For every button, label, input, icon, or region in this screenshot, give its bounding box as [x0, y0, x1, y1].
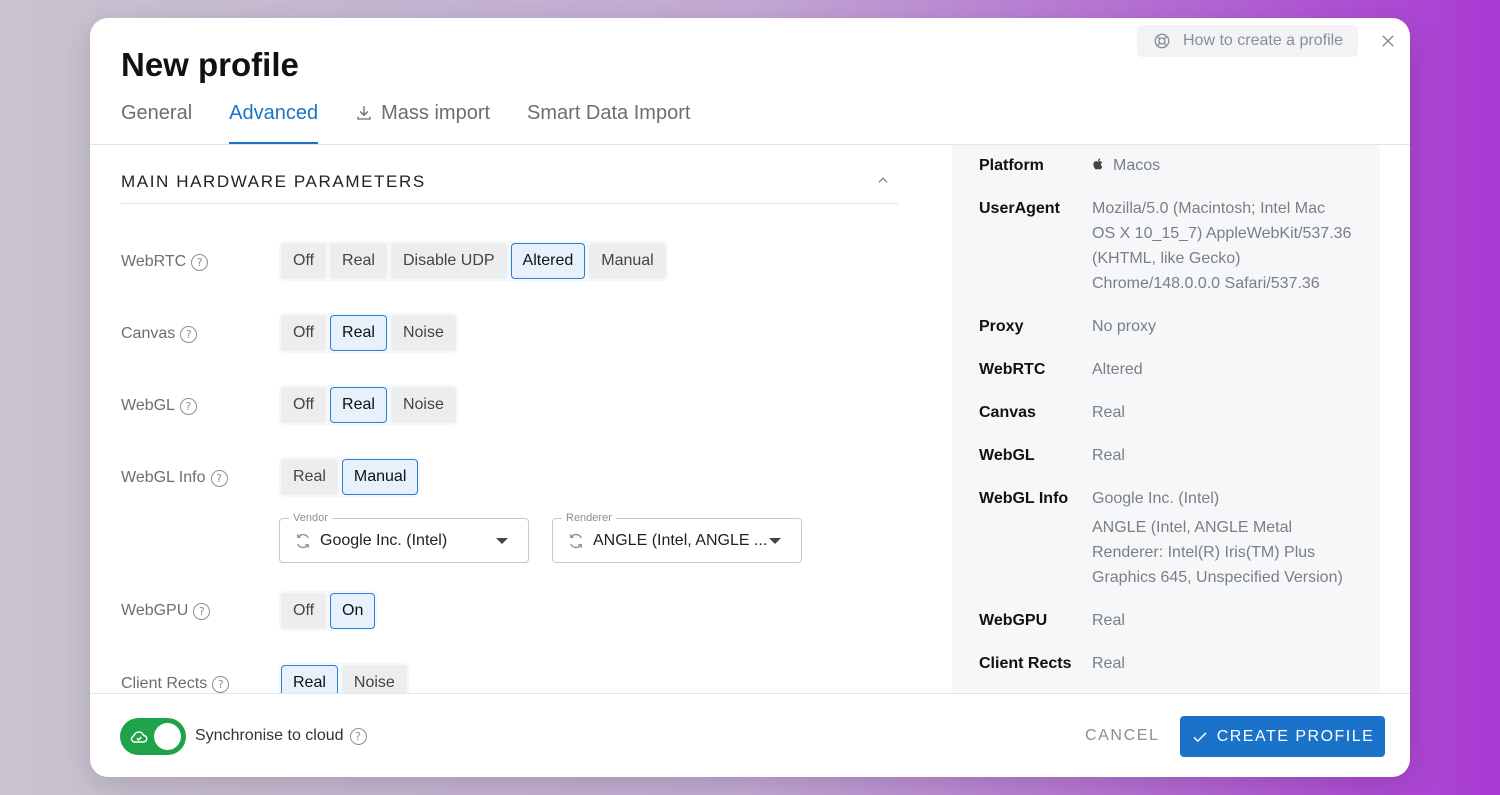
refresh-icon[interactable] [567, 532, 585, 550]
tab-bar: General Advanced Mass import Smart Data … [121, 102, 727, 144]
new-profile-modal: New profile How to create a profile Gene… [90, 18, 1410, 777]
client-rects-option-real[interactable]: Real [281, 665, 338, 693]
help-icon[interactable]: ? [210, 469, 228, 487]
canvas-option-off[interactable]: Off [281, 315, 327, 351]
footer-divider [90, 693, 1410, 694]
client-rects-segmented-control: Real Noise [279, 663, 409, 693]
summary-webgl: WebGL Real [979, 447, 1125, 464]
caret-down-icon [769, 538, 781, 544]
webgl-segmented-control: Off Real Noise [279, 385, 458, 425]
canvas-segmented-control: Off Real Noise [279, 313, 458, 353]
webgpu-option-on[interactable]: On [330, 593, 376, 629]
toggle-knob [154, 723, 181, 750]
vendor-value: Google Inc. (Intel) [320, 531, 448, 549]
summary-proxy: Proxy No proxy [979, 318, 1157, 335]
summary-useragent: UserAgent Mozilla/5.0 (Macintosh; Intel … [979, 200, 1352, 292]
tab-general[interactable]: General [121, 102, 192, 144]
webgl-option-off[interactable]: Off [281, 387, 327, 423]
summary-platform: Platform Macos [979, 157, 1161, 174]
renderer-value: ANGLE (Intel, ANGLE ... [593, 531, 768, 549]
webgl-option-real[interactable]: Real [330, 387, 387, 423]
how-to-create-profile-button[interactable]: How to create a profile [1137, 25, 1358, 57]
webgl-info-label: WebGL Info? [121, 469, 228, 487]
renderer-select[interactable]: Renderer ANGLE (Intel, ANGLE ... [552, 512, 802, 563]
check-icon [1193, 731, 1207, 742]
webgpu-segmented-control: Off On [279, 591, 378, 631]
section-divider [121, 203, 898, 204]
lifebuoy-icon [1154, 33, 1170, 49]
webgpu-option-off[interactable]: Off [281, 593, 327, 629]
canvas-option-real[interactable]: Real [330, 315, 387, 351]
canvas-label: Canvas? [121, 325, 198, 343]
help-button-label: How to create a profile [1183, 32, 1344, 49]
webgl-info-option-real[interactable]: Real [281, 459, 338, 495]
canvas-option-noise[interactable]: Noise [390, 315, 456, 351]
webrtc-option-disable-udp[interactable]: Disable UDP [390, 243, 507, 279]
section-title: MAIN HARDWARE PARAMETERS [121, 172, 426, 191]
help-icon[interactable]: ? [193, 602, 211, 620]
apple-icon [1093, 158, 1103, 170]
summary-webrtc: WebRTC Altered [979, 361, 1143, 378]
client-rects-option-noise[interactable]: Noise [341, 665, 407, 693]
cancel-button[interactable]: CANCEL [1085, 727, 1160, 745]
download-icon [357, 106, 371, 120]
profile-summary-panel[interactable]: Platform Macos UserAgent Mozilla/5.0 (Ma… [952, 145, 1380, 693]
renderer-floating-label: Renderer [562, 512, 616, 524]
webgpu-label: WebGPU? [121, 602, 211, 620]
help-icon[interactable]: ? [180, 325, 198, 343]
summary-webgpu: WebGPU Real [979, 612, 1125, 629]
summary-webgl-vendor: Google Inc. (Intel) [1092, 490, 1220, 507]
close-icon[interactable] [1379, 32, 1397, 50]
caret-down-icon [496, 538, 508, 544]
sync-label: Synchronise to cloud? [195, 727, 367, 745]
tab-smart-data-import[interactable]: Smart Data Import [527, 102, 690, 144]
sync-cloud-toggle[interactable] [120, 718, 186, 755]
webgl-info-segmented-control: Real Manual [279, 457, 421, 497]
vendor-floating-label: Vendor [289, 512, 332, 524]
summary-webgl-info: WebGL Info Google Inc. (Intel) ANGLE (In… [979, 486, 1352, 590]
help-icon[interactable]: ? [179, 397, 197, 415]
refresh-icon[interactable] [294, 532, 312, 550]
summary-webgl-renderer: ANGLE (Intel, ANGLE Metal Renderer: Inte… [1092, 519, 1343, 586]
webgl-option-noise[interactable]: Noise [390, 387, 456, 423]
help-icon[interactable]: ? [212, 675, 230, 693]
help-icon[interactable]: ? [349, 727, 367, 745]
cloud-check-icon [130, 731, 148, 743]
tab-mass-import[interactable]: Mass import [355, 102, 490, 144]
create-profile-button[interactable]: CREATE PROFILE [1180, 716, 1385, 757]
summary-canvas: Canvas Real [979, 404, 1125, 421]
webgl-label: WebGL? [121, 397, 197, 415]
chevron-up-icon[interactable] [876, 173, 890, 187]
tab-advanced[interactable]: Advanced [229, 102, 318, 144]
webrtc-option-off[interactable]: Off [281, 243, 327, 279]
webgl-info-option-manual[interactable]: Manual [341, 459, 419, 495]
webrtc-segmented-control: Off Real Disable UDP Altered Manual [279, 241, 668, 281]
settings-panel[interactable]: MAIN HARDWARE PARAMETERS WebRTC? Off Rea… [90, 145, 952, 693]
summary-client-rects: Client Rects Real [979, 655, 1125, 672]
vendor-select[interactable]: Vendor Google Inc. (Intel) [279, 512, 529, 563]
help-icon[interactable]: ? [191, 253, 209, 271]
client-rects-label: Client Rects? [121, 675, 230, 693]
webrtc-label: WebRTC? [121, 253, 209, 271]
webrtc-option-real[interactable]: Real [330, 243, 387, 279]
webrtc-option-manual[interactable]: Manual [589, 243, 666, 279]
webrtc-option-altered[interactable]: Altered [510, 243, 586, 279]
page-title: New profile [121, 46, 299, 83]
